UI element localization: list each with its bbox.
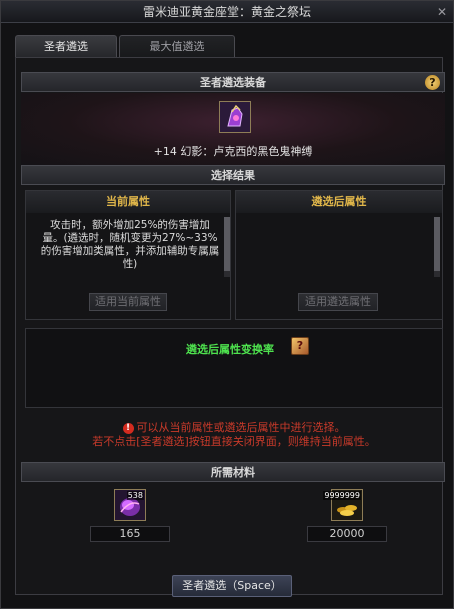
result-section-title: 选择结果 [211,169,255,182]
crystal-stack-count: 538 [126,491,144,500]
after-attr-panel: 遴选后属性 适用遴选属性 [235,190,443,320]
after-attr-scrollbar[interactable] [434,217,440,277]
apply-current-button[interactable]: 适用当前属性 [89,293,167,311]
tab-saint-selection[interactable]: 圣者遴选 [15,35,117,57]
phantom-gauntlet-icon [220,102,250,132]
scrollbar-thumb[interactable] [224,217,230,271]
altar-window: 雷米迪亚黄金座堂：黄金之祭坛 ✕ 圣者遴选 最大值遴选 圣者遴选装备 ? +14… [0,0,454,609]
result-section-header: 选择结果 [21,165,445,185]
scrollbar-thumb[interactable] [434,217,440,271]
window-title: 雷米迪亚黄金座堂：黄金之祭坛 [142,5,311,19]
equipment-name: +14 幻影：卢克西的黑色鬼神缚 [153,145,313,158]
equip-section-header: 圣者遴选装备 ? [21,72,445,92]
window-titlebar[interactable]: 雷米迪亚黄金座堂：黄金之祭坛 ✕ [1,1,453,23]
gold-stack-count: 9999999 [323,491,361,500]
change-rate-label: 遴选后属性变换率 [186,343,274,356]
material-slot-crystal[interactable]: 538 [114,489,146,521]
after-attr-title: 遴选后属性 [236,191,442,213]
help-icon[interactable]: ? [425,75,440,90]
equip-section-title: 圣者遴选装备 [200,76,266,89]
notice-text: ! 可以从当前属性或遴选后属性中进行选择。 若不点击[圣者遴选]按钮直接关闭界面，… [25,421,443,449]
saint-selection-button[interactable]: 圣者遴选（Space） [172,575,292,597]
current-attr-scrollbar[interactable] [224,217,230,277]
current-attr-text: 攻击时，额外增加25%的伤害增加量。(遴选时，随机变更为27%~33%的伤害增加… [40,219,220,270]
change-rate-box: 遴选后属性变换率 ? [25,328,443,408]
apply-after-button[interactable]: 适用遴选属性 [298,293,378,311]
gold-required-count: 20000 [307,526,387,542]
current-attr-panel: 当前属性 攻击时，额外增加25%的伤害增加量。(遴选时，随机变更为27%~33%… [25,190,231,320]
equip-display: +14 幻影：卢克西的黑色鬼神缚 [21,93,445,165]
crystal-required-count: 165 [90,526,170,542]
materials-section-header: 所需材料 [21,462,445,482]
materials-section-title: 所需材料 [211,466,255,479]
current-attr-title: 当前属性 [26,191,230,213]
equipment-slot[interactable] [219,101,251,133]
notice-line-1: ! 可以从当前属性或遴选后属性中进行选择。 [25,421,443,435]
close-icon[interactable]: ✕ [435,5,449,19]
notice-line-1-text: 可以从当前属性或遴选后属性中进行选择。 [136,421,346,434]
notice-line-2: 若不点击[圣者遴选]按钮直接关闭界面，则维持当前属性。 [92,435,376,448]
warning-icon: ! [122,422,134,434]
tab-max-selection[interactable]: 最大值遴选 [119,35,235,57]
material-slot-gold[interactable]: 9999999 [323,489,363,521]
book-icon[interactable]: ? [291,337,309,355]
